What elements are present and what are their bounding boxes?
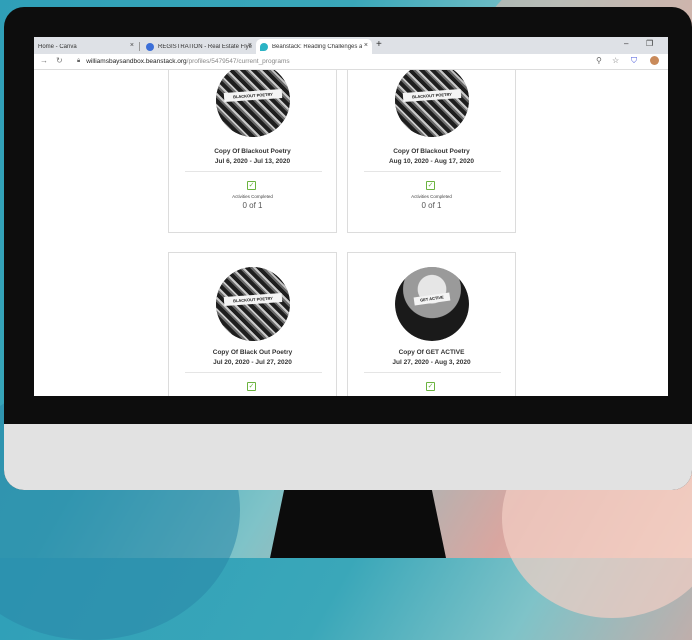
monitor-stand xyxy=(270,490,446,558)
url-host: williamsbaysandbox.beanstack.org xyxy=(86,58,187,65)
program-dates: Aug 10, 2020 - Aug 17, 2020 xyxy=(388,158,475,165)
google-forms-icon xyxy=(146,42,154,51)
program-title: Copy Of GET ACTIVE xyxy=(398,349,465,356)
tab-registration[interactable]: REGISTRATION - Real Estate Flyer × xyxy=(142,39,256,54)
beanstack-icon xyxy=(260,42,268,51)
url-field[interactable]: 🔒︎ williamsbaysandbox.beanstack.org/prof… xyxy=(77,56,597,67)
activities-label: Activities Completed xyxy=(232,194,273,199)
program-card[interactable]: GET ACTIVE Copy Of GET ACTIVE Jul 27, 20… xyxy=(347,252,516,396)
program-card[interactable]: BLACKOUT POETRY Copy Of Blackout Poetry … xyxy=(347,70,516,233)
tab-canva[interactable]: Home - Canva × xyxy=(34,39,138,54)
forward-arrow-icon[interactable]: → xyxy=(40,56,48,65)
url-path: /profiles/5479547/current_programs xyxy=(186,58,290,65)
program-title: Copy Of Black Out Poetry xyxy=(212,349,293,356)
zoom-icon[interactable]: ⚲ xyxy=(596,56,602,65)
program-card[interactable]: BLACKOUT POETRY Copy Of Blackout Poetry … xyxy=(168,70,337,233)
minimize-button[interactable]: – xyxy=(624,39,628,48)
tab-bar: Home - Canva × REGISTRATION - Real Estat… xyxy=(34,37,668,54)
checkmark-icon: ✓ xyxy=(247,382,256,391)
tab-label: REGISTRATION - Real Estate Flyer xyxy=(158,43,252,50)
program-image: BLACKOUT POETRY xyxy=(216,70,290,137)
tab-label: Home - Canva xyxy=(38,43,77,50)
activities-label: Activities Completed xyxy=(411,194,452,199)
reload-icon[interactable]: ↻ xyxy=(56,56,63,65)
program-title: Copy Of Blackout Poetry xyxy=(393,148,470,155)
checkmark-icon: ✓ xyxy=(426,181,435,190)
tab-beanstack[interactable]: Beanstack: Reading Challenges a × xyxy=(256,39,372,54)
star-icon[interactable]: ☆ xyxy=(612,56,619,65)
browser-window: Home - Canva × REGISTRATION - Real Estat… xyxy=(34,37,668,396)
program-image: GET ACTIVE xyxy=(395,267,469,341)
checkmark-icon: ✓ xyxy=(426,382,435,391)
close-icon[interactable]: × xyxy=(364,42,368,49)
tab-label: Beanstack: Reading Challenges a xyxy=(272,43,363,50)
program-title: Copy Of Blackout Poetry xyxy=(214,148,291,155)
activities-count: 0 of 1 xyxy=(421,201,442,210)
program-dates: Jul 6, 2020 - Jul 13, 2020 xyxy=(214,158,291,165)
close-icon[interactable]: × xyxy=(130,42,134,49)
program-dates: Jul 20, 2020 - Jul 27, 2020 xyxy=(213,359,292,366)
avatar[interactable] xyxy=(650,56,659,67)
address-bar: → ↻ 🔒︎ williamsbaysandbox.beanstack.org /… xyxy=(34,54,668,70)
program-card[interactable]: BLACKOUT POETRY Copy Of Black Out Poetry… xyxy=(168,252,337,396)
lock-icon: 🔒︎ xyxy=(77,58,81,64)
new-tab-button[interactable]: + xyxy=(376,39,382,50)
checkmark-icon: ✓ xyxy=(247,181,256,190)
restore-button[interactable]: ❐ xyxy=(646,39,653,48)
program-image: BLACKOUT POETRY xyxy=(395,70,469,137)
activities-count: 0 of 1 xyxy=(242,201,263,210)
program-dates: Jul 27, 2020 - Aug 3, 2020 xyxy=(392,359,471,366)
program-image: BLACKOUT POETRY xyxy=(216,267,290,341)
monitor-chin xyxy=(4,424,692,490)
close-icon[interactable]: × xyxy=(248,42,252,49)
programs-grid: BLACKOUT POETRY Copy Of Blackout Poetry … xyxy=(34,70,668,396)
extension-shield-icon[interactable]: ⛉ xyxy=(631,56,637,66)
